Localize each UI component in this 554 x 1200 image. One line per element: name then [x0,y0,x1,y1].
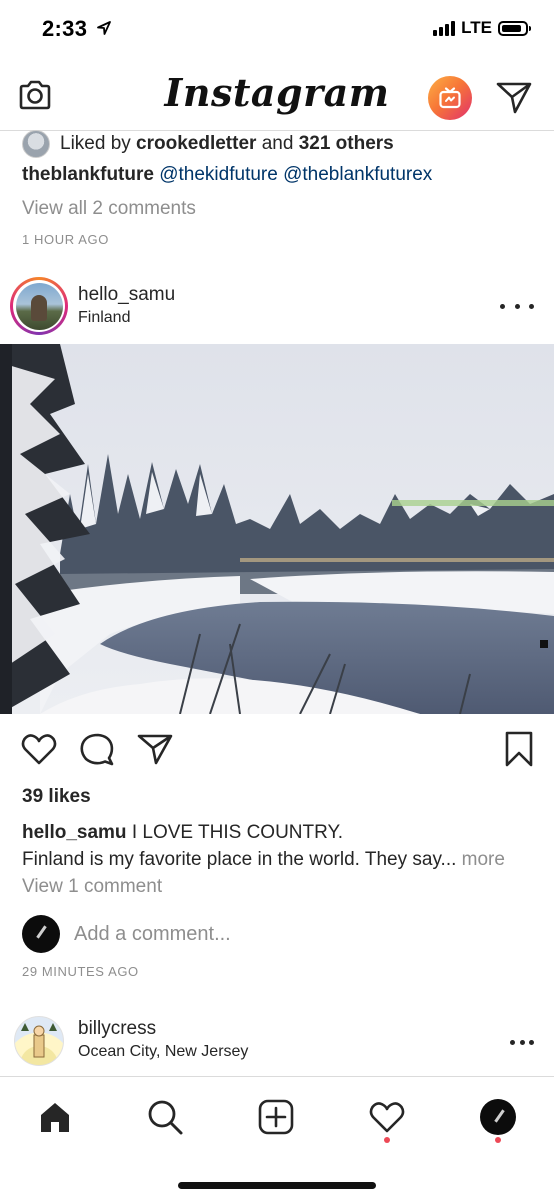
location-arrow-icon [97,21,111,35]
igtv-icon [439,87,461,109]
previous-post-caption: theblankfuture @thekidfuture @theblankfu… [22,164,432,186]
post-header: hello_samu Finland [0,274,554,344]
caption-text-line1: I LOVE THIS COUNTRY. [126,822,343,843]
post-photo[interactable] [0,344,554,714]
post-location[interactable]: Finland [78,309,130,327]
igtv-button[interactable] [428,76,472,120]
caption-mention[interactable]: @theblankfuturex [283,164,432,185]
network-type: LTE [461,18,492,37]
profile-notification-dot [495,1137,501,1143]
avatar [15,282,63,330]
like-count[interactable]: 39 likes [22,786,91,808]
user-avatar-story-ring[interactable] [10,277,68,335]
signal-strength-icon [433,20,456,36]
tab-activity[interactable] [365,1095,409,1139]
more-options-icon[interactable] [510,1038,534,1046]
post-username[interactable]: billycress [78,1018,156,1040]
caption-text-line2: Finland is my favorite place in the worl… [22,849,462,870]
post-timestamp: 1 HOUR AGO [22,232,109,247]
view-comments-link[interactable]: View 1 comment [22,876,162,898]
bookmark-icon[interactable] [500,730,538,768]
caption-username[interactable]: hello_samu [22,822,127,843]
avatar-illustration [21,1023,57,1058]
current-user-avatar [22,915,60,953]
share-icon[interactable] [136,730,174,768]
activity-heart-icon [369,1102,405,1133]
tab-search[interactable] [143,1095,187,1139]
add-comment-row[interactable]: Add a comment... [22,912,542,956]
direct-message-icon[interactable] [494,78,534,116]
search-icon [148,1100,183,1135]
comment-icon[interactable] [78,730,116,768]
caption-username[interactable]: theblankfuture [22,164,154,185]
liked-by-row[interactable]: Liked by crookedletter and 321 others [22,130,394,158]
avatar[interactable] [14,1016,64,1066]
post-timestamp: 29 MINUTES AGO [22,964,139,979]
post-actions [0,730,554,774]
post-username[interactable]: hello_samu [78,284,175,306]
liked-by-and: and [256,133,299,154]
next-post-header: billycress Ocean City, New Jersey [0,1012,554,1072]
status-bar: 2:33 LTE [0,0,554,62]
more-options-icon[interactable] [500,296,534,316]
liked-by-user[interactable]: crookedletter [136,133,256,154]
post-location[interactable]: Ocean City, New Jersey [78,1043,248,1061]
caption-mention[interactable]: @thekidfuture [159,164,278,185]
view-all-comments-link[interactable]: View all 2 comments [22,198,196,220]
caption-more-link[interactable]: more [462,849,505,870]
post-caption: hello_samu I LOVE THIS COUNTRY. Finland … [22,819,542,873]
instagram-feed-screen: 2:33 LTE Instagram Liked by crookedlette… [0,0,554,1200]
tab-home[interactable] [33,1095,77,1139]
liked-by-others[interactable]: 321 others [299,133,394,154]
add-comment-input[interactable]: Add a comment... [74,923,231,946]
liked-by-prefix: Liked by [60,133,137,154]
status-time: 2:33 [42,16,88,41]
battery-icon [498,20,531,36]
new-post-icon [258,1099,294,1135]
app-header: Instagram [0,62,554,131]
home-indicator[interactable] [178,1182,376,1189]
tab-new-post[interactable] [254,1095,298,1139]
liked-by-avatar [22,130,50,158]
home-icon [41,1103,69,1132]
activity-notification-dot [384,1137,390,1143]
like-heart-icon[interactable] [20,730,58,768]
profile-avatar [480,1099,516,1135]
tab-profile[interactable] [476,1095,520,1139]
status-indicators: LTE [433,18,531,38]
